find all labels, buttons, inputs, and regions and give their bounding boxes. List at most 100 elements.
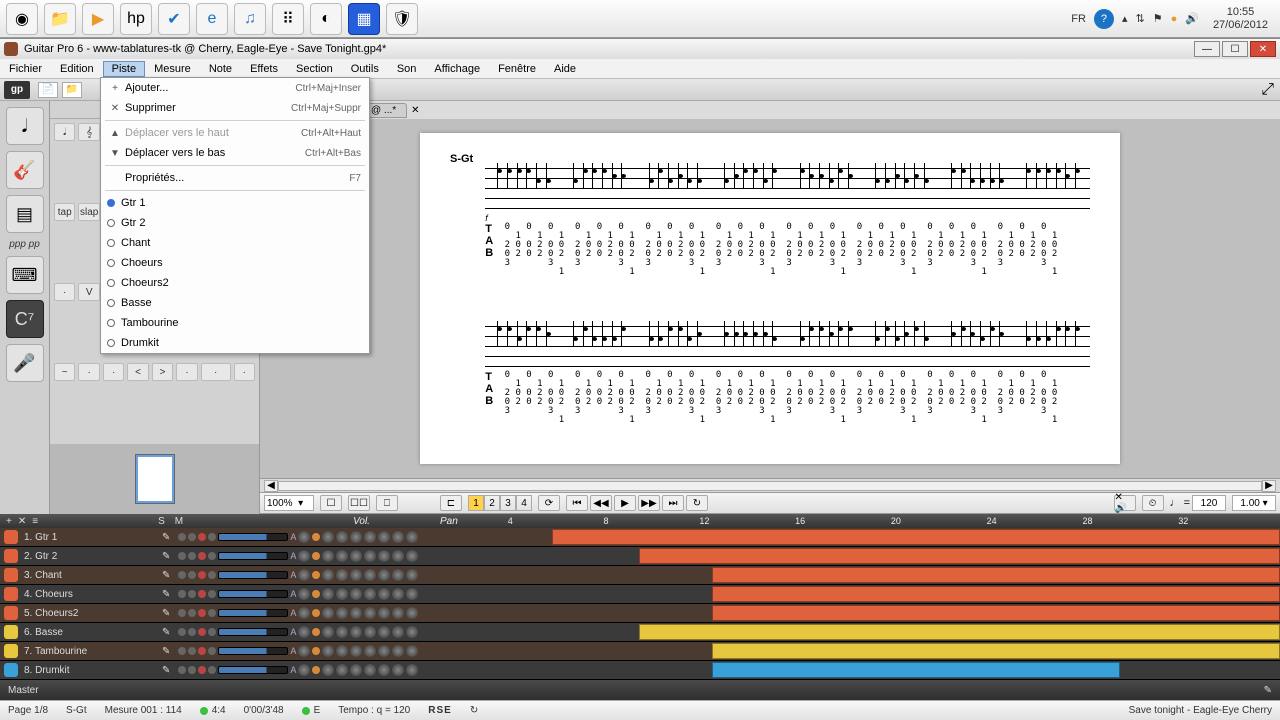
track-row[interactable]: 8. Drumkit✎A: [0, 661, 1280, 680]
play-icon[interactable]: ▶: [614, 495, 636, 511]
menu-son[interactable]: Son: [388, 61, 426, 77]
zoom-select[interactable]: [264, 495, 314, 511]
menu-outils[interactable]: Outils: [342, 61, 388, 77]
palette-cell[interactable]: ·: [54, 283, 75, 301]
marker-button[interactable]: 1: [468, 495, 484, 511]
palette-cell[interactable]: slap: [78, 203, 99, 221]
mixer-menu-icon[interactable]: ≡: [32, 516, 38, 527]
palette-cell[interactable]: ~: [54, 363, 75, 381]
layout-multi-icon[interactable]: ☐☐: [348, 495, 370, 511]
go-end-icon[interactable]: ⏭: [662, 495, 684, 511]
mute-icon[interactable]: ✕🔊: [1114, 495, 1136, 511]
menu-piste[interactable]: Piste: [103, 61, 145, 77]
palette-cell[interactable]: ·: [176, 363, 197, 381]
menu-affichage[interactable]: Affichage: [425, 61, 489, 77]
expand-icon[interactable]: ⤢: [1261, 81, 1274, 99]
mixer-add-icon[interactable]: +: [6, 516, 12, 527]
marker-button[interactable]: 3: [500, 495, 516, 511]
taskbar-bb[interactable]: ⠿: [272, 3, 304, 35]
track-row[interactable]: 4. Choeurs✎A: [0, 585, 1280, 604]
tray-flag-icon[interactable]: ⚑: [1153, 12, 1163, 25]
tab-close-icon[interactable]: ✕: [411, 105, 419, 116]
amp-tool-icon[interactable]: ▤: [6, 195, 44, 233]
menu-item[interactable]: +Ajouter...Ctrl+Maj+Inser: [101, 78, 369, 98]
palette-cell[interactable]: <: [127, 363, 148, 381]
menu-item[interactable]: Basse: [101, 293, 369, 313]
tempo-field[interactable]: [1192, 495, 1226, 511]
taskbar-hp[interactable]: hp: [120, 3, 152, 35]
palette-cell[interactable]: V: [78, 283, 99, 301]
master-track[interactable]: Master ✎: [0, 680, 1280, 700]
marker-start-icon[interactable]: ⊏: [440, 495, 462, 511]
loop-icon[interactable]: ↻: [686, 495, 708, 511]
tray-lang[interactable]: FR: [1071, 13, 1086, 25]
metronome-icon[interactable]: ⏲: [1142, 495, 1164, 511]
menu-edition[interactable]: Edition: [51, 61, 103, 77]
repeat-icon[interactable]: ⟳: [538, 495, 560, 511]
note-tool-icon[interactable]: 𝅘𝅥: [6, 107, 44, 145]
menu-item[interactable]: Choeurs2: [101, 273, 369, 293]
taskbar-file[interactable]: 📁: [44, 3, 76, 35]
track-row[interactable]: 3. Chant✎A: [0, 566, 1280, 585]
palette-cell[interactable]: ·: [103, 363, 124, 381]
master-edit-icon[interactable]: ✎: [1264, 685, 1272, 696]
forward-icon[interactable]: ▶▶: [638, 495, 660, 511]
maximize-button[interactable]: ☐: [1222, 41, 1248, 57]
palette-cell[interactable]: >: [152, 363, 173, 381]
guitar-tool-icon[interactable]: 🎸: [6, 151, 44, 189]
menu-item[interactable]: Choeurs: [101, 253, 369, 273]
palette-cell[interactable]: ·: [201, 363, 231, 381]
marker-button[interactable]: 2: [484, 495, 500, 511]
page-thumbnail[interactable]: [50, 444, 259, 514]
close-button[interactable]: ✕: [1250, 41, 1276, 57]
mic-tool-icon[interactable]: 🎤: [6, 344, 44, 382]
view-mode-icon[interactable]: ⎕: [376, 495, 398, 511]
menu-section[interactable]: Section: [287, 61, 342, 77]
tray-clock[interactable]: 10:55 27/06/2012: [1207, 6, 1274, 30]
menu-note[interactable]: Note: [200, 61, 241, 77]
menu-mesure[interactable]: Mesure: [145, 61, 200, 77]
palette-cell[interactable]: tap: [54, 203, 75, 221]
menu-item[interactable]: Chant: [101, 233, 369, 253]
taskbar-ie[interactable]: e: [196, 3, 228, 35]
taskbar-chrome[interactable]: ◐: [310, 3, 342, 35]
track-row[interactable]: 2. Gtr 2✎A: [0, 547, 1280, 566]
track-row[interactable]: 6. Basse✎A: [0, 623, 1280, 642]
horizontal-scrollbar[interactable]: ◀ ▶: [260, 478, 1280, 492]
chord-tool-icon[interactable]: C⁷: [6, 300, 44, 338]
palette-cell[interactable]: 𝅘𝅥: [54, 123, 75, 141]
track-row[interactable]: 1. Gtr 1✎A: [0, 528, 1280, 547]
scroll-left-icon[interactable]: ◀: [264, 480, 278, 492]
menu-item[interactable]: Drumkit: [101, 333, 369, 353]
tray-chevron-icon[interactable]: ▴: [1122, 12, 1128, 25]
taskbar-check[interactable]: ✔: [158, 3, 190, 35]
score-canvas[interactable]: S-Gt f TAB 0 0 0 0 0 0 0 0 0 0 0 0 0 0 0…: [260, 119, 1280, 478]
layout-single-icon[interactable]: ☐: [320, 495, 342, 511]
taskbar-itunes[interactable]: ♫: [234, 3, 266, 35]
taskbar-shield[interactable]: 🛡: [386, 3, 418, 35]
start-button[interactable]: ◉: [6, 3, 38, 35]
menu-item[interactable]: Propriétés...F7: [101, 168, 369, 188]
help-icon[interactable]: ?: [1094, 9, 1114, 29]
taskbar-gp-active[interactable]: ▦: [348, 3, 380, 35]
toolbar-open-icon[interactable]: 📁: [62, 82, 82, 98]
menu-item[interactable]: Tambourine: [101, 313, 369, 333]
palette-cell[interactable]: ·: [234, 363, 255, 381]
minimize-button[interactable]: —: [1194, 41, 1220, 57]
tray-vol-icon[interactable]: 🔊: [1185, 12, 1199, 25]
scroll-right-icon[interactable]: ▶: [1262, 480, 1276, 492]
menu-effets[interactable]: Effets: [241, 61, 287, 77]
menu-fenêtre[interactable]: Fenêtre: [489, 61, 545, 77]
palette-cell[interactable]: ·: [78, 363, 99, 381]
speed-field[interactable]: [1232, 495, 1276, 511]
menu-item[interactable]: ✕SupprimerCtrl+Maj+Suppr: [101, 98, 369, 118]
palette-cell[interactable]: 𝄞: [78, 123, 99, 141]
menu-item[interactable]: ▼Déplacer vers le basCtrl+Alt+Bas: [101, 143, 369, 163]
track-row[interactable]: 7. Tambourine✎A: [0, 642, 1280, 661]
mixer-remove-icon[interactable]: ✕: [18, 516, 26, 527]
go-start-icon[interactable]: ⏮: [566, 495, 588, 511]
menu-aide[interactable]: Aide: [545, 61, 585, 77]
track-row[interactable]: 5. Choeurs2✎A: [0, 604, 1280, 623]
keyboard-tool-icon[interactable]: ⌨: [6, 256, 44, 294]
taskbar-play[interactable]: ▶: [82, 3, 114, 35]
